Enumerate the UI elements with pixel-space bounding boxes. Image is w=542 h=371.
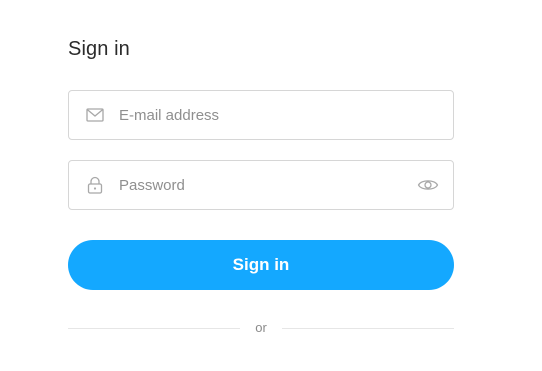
eye-icon bbox=[417, 180, 439, 190]
show-password-toggle[interactable] bbox=[417, 176, 439, 194]
password-field-container[interactable] bbox=[68, 160, 454, 210]
lock-icon bbox=[85, 175, 105, 195]
sign-in-page: Sign in Sign in or bbox=[0, 0, 542, 371]
page-title: Sign in bbox=[68, 38, 130, 60]
email-field-container[interactable] bbox=[68, 90, 454, 140]
or-divider: or bbox=[68, 318, 454, 338]
sign-in-button[interactable]: Sign in bbox=[68, 240, 454, 290]
email-input[interactable] bbox=[119, 91, 419, 139]
divider-line-right bbox=[282, 328, 454, 329]
password-input[interactable] bbox=[119, 161, 419, 209]
envelope-icon bbox=[85, 105, 105, 125]
